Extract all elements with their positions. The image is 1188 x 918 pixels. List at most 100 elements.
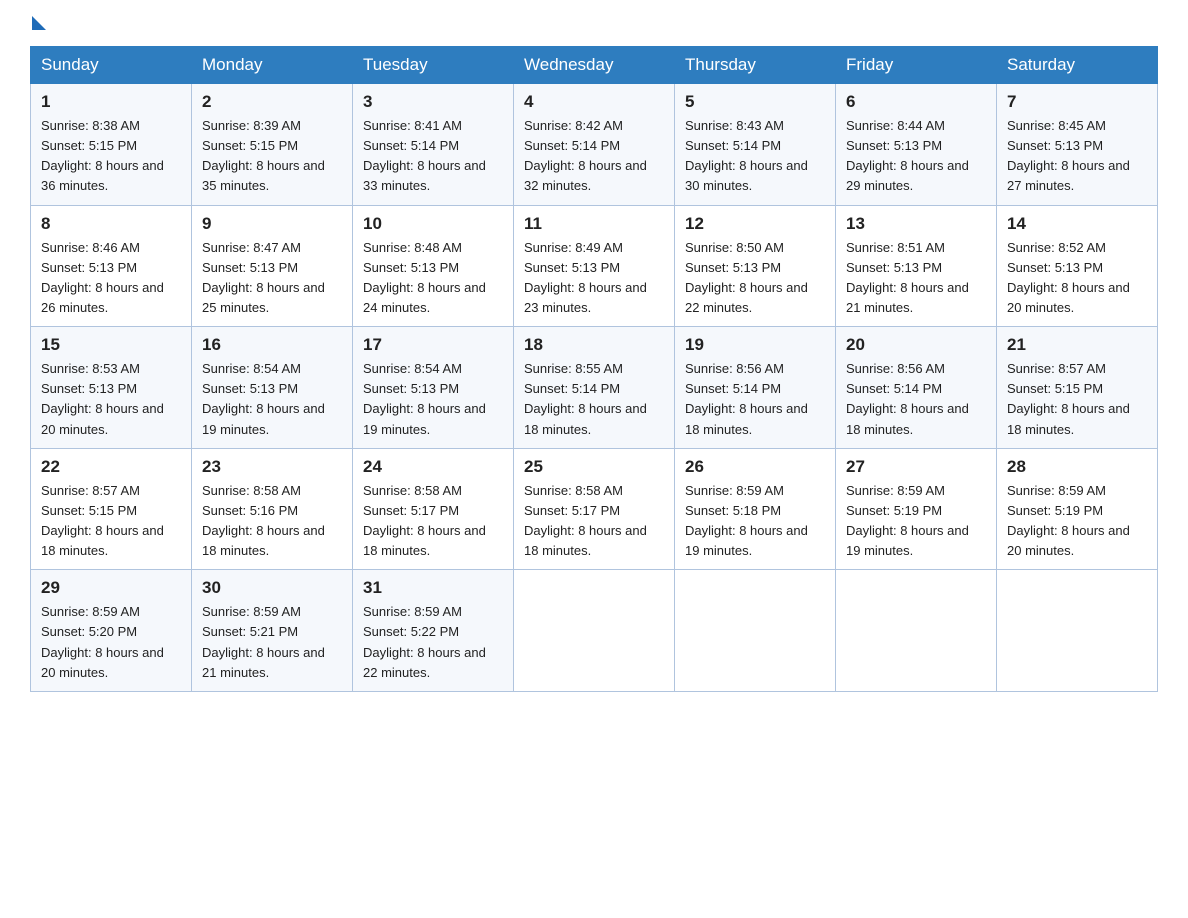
day-info: Sunrise: 8:42 AMSunset: 5:14 PMDaylight:… xyxy=(524,116,664,197)
day-number: 22 xyxy=(41,457,181,477)
calendar-day-cell: 8Sunrise: 8:46 AMSunset: 5:13 PMDaylight… xyxy=(31,205,192,327)
calendar-day-cell xyxy=(675,570,836,692)
day-number: 4 xyxy=(524,92,664,112)
calendar-day-cell: 19 Sunrise: 8:56 AMSunset: 5:14 PMDayligh… xyxy=(675,327,836,449)
day-info: Sunrise: 8:59 AMSunset: 5:19 PMDaylight:… xyxy=(1007,481,1147,562)
day-number: 3 xyxy=(363,92,503,112)
calendar-day-cell: 13 Sunrise: 8:51 AMSunset: 5:13 PMDayligh… xyxy=(836,205,997,327)
day-info: Sunrise: 8:50 AMSunset: 5:13 PMDaylight:… xyxy=(685,238,825,319)
calendar-week-row: 29 Sunrise: 8:59 AMSunset: 5:20 PMDayligh… xyxy=(31,570,1158,692)
calendar-day-cell: 4 Sunrise: 8:42 AMSunset: 5:14 PMDaylight… xyxy=(514,84,675,206)
col-wednesday: Wednesday xyxy=(514,47,675,84)
day-number: 14 xyxy=(1007,214,1147,234)
calendar-day-cell: 6 Sunrise: 8:44 AMSunset: 5:13 PMDaylight… xyxy=(836,84,997,206)
day-number: 24 xyxy=(363,457,503,477)
day-info: Sunrise: 8:48 AMSunset: 5:13 PMDaylight:… xyxy=(363,238,503,319)
calendar-week-row: 22 Sunrise: 8:57 AMSunset: 5:15 PMDayligh… xyxy=(31,448,1158,570)
calendar-week-row: 8Sunrise: 8:46 AMSunset: 5:13 PMDaylight… xyxy=(31,205,1158,327)
calendar-day-cell: 20 Sunrise: 8:56 AMSunset: 5:14 PMDayligh… xyxy=(836,327,997,449)
day-number: 7 xyxy=(1007,92,1147,112)
calendar-day-cell: 26 Sunrise: 8:59 AMSunset: 5:18 PMDayligh… xyxy=(675,448,836,570)
calendar-day-cell: 15Sunrise: 8:53 AMSunset: 5:13 PMDayligh… xyxy=(31,327,192,449)
day-number: 31 xyxy=(363,578,503,598)
calendar-table: Sunday Monday Tuesday Wednesday Thursday… xyxy=(30,46,1158,692)
col-monday: Monday xyxy=(192,47,353,84)
calendar-day-cell: 27 Sunrise: 8:59 AMSunset: 5:19 PMDayligh… xyxy=(836,448,997,570)
calendar-header-row: Sunday Monday Tuesday Wednesday Thursday… xyxy=(31,47,1158,84)
calendar-day-cell: 31Sunrise: 8:59 AMSunset: 5:22 PMDayligh… xyxy=(353,570,514,692)
calendar-day-cell: 3 Sunrise: 8:41 AMSunset: 5:14 PMDaylight… xyxy=(353,84,514,206)
day-number: 29 xyxy=(41,578,181,598)
day-number: 10 xyxy=(363,214,503,234)
day-number: 18 xyxy=(524,335,664,355)
day-info: Sunrise: 8:54 AMSunset: 5:13 PMDaylight:… xyxy=(202,359,342,440)
day-info: Sunrise: 8:56 AMSunset: 5:14 PMDaylight:… xyxy=(846,359,986,440)
day-info: Sunrise: 8:52 AMSunset: 5:13 PMDaylight:… xyxy=(1007,238,1147,319)
calendar-day-cell: 18 Sunrise: 8:55 AMSunset: 5:14 PMDayligh… xyxy=(514,327,675,449)
calendar-day-cell: 17Sunrise: 8:54 AMSunset: 5:13 PMDayligh… xyxy=(353,327,514,449)
day-info: Sunrise: 8:57 AMSunset: 5:15 PMDaylight:… xyxy=(41,481,181,562)
calendar-day-cell: 7 Sunrise: 8:45 AMSunset: 5:13 PMDaylight… xyxy=(997,84,1158,206)
day-number: 6 xyxy=(846,92,986,112)
day-info: Sunrise: 8:45 AMSunset: 5:13 PMDaylight:… xyxy=(1007,116,1147,197)
day-number: 19 xyxy=(685,335,825,355)
day-number: 9 xyxy=(202,214,342,234)
day-number: 8 xyxy=(41,214,181,234)
col-friday: Friday xyxy=(836,47,997,84)
day-number: 5 xyxy=(685,92,825,112)
day-info: Sunrise: 8:59 AMSunset: 5:18 PMDaylight:… xyxy=(685,481,825,562)
page-header xyxy=(30,20,1158,26)
calendar-day-cell: 10 Sunrise: 8:48 AMSunset: 5:13 PMDayligh… xyxy=(353,205,514,327)
day-info: Sunrise: 8:57 AMSunset: 5:15 PMDaylight:… xyxy=(1007,359,1147,440)
day-info: Sunrise: 8:41 AMSunset: 5:14 PMDaylight:… xyxy=(363,116,503,197)
calendar-day-cell xyxy=(836,570,997,692)
day-info: Sunrise: 8:47 AMSunset: 5:13 PMDaylight:… xyxy=(202,238,342,319)
calendar-day-cell: 28Sunrise: 8:59 AMSunset: 5:19 PMDayligh… xyxy=(997,448,1158,570)
day-number: 12 xyxy=(685,214,825,234)
day-number: 26 xyxy=(685,457,825,477)
calendar-day-cell: 14 Sunrise: 8:52 AMSunset: 5:13 PMDayligh… xyxy=(997,205,1158,327)
col-tuesday: Tuesday xyxy=(353,47,514,84)
day-number: 15 xyxy=(41,335,181,355)
logo-arrow-icon xyxy=(32,16,46,30)
day-info: Sunrise: 8:59 AMSunset: 5:19 PMDaylight:… xyxy=(846,481,986,562)
calendar-day-cell: 2 Sunrise: 8:39 AMSunset: 5:15 PMDaylight… xyxy=(192,84,353,206)
calendar-day-cell: 16 Sunrise: 8:54 AMSunset: 5:13 PMDayligh… xyxy=(192,327,353,449)
calendar-day-cell: 25Sunrise: 8:58 AMSunset: 5:17 PMDayligh… xyxy=(514,448,675,570)
col-sunday: Sunday xyxy=(31,47,192,84)
calendar-day-cell: 21 Sunrise: 8:57 AMSunset: 5:15 PMDayligh… xyxy=(997,327,1158,449)
day-info: Sunrise: 8:43 AMSunset: 5:14 PMDaylight:… xyxy=(685,116,825,197)
calendar-day-cell: 11 Sunrise: 8:49 AMSunset: 5:13 PMDayligh… xyxy=(514,205,675,327)
day-number: 25 xyxy=(524,457,664,477)
day-info: Sunrise: 8:59 AMSunset: 5:20 PMDaylight:… xyxy=(41,602,181,683)
day-number: 23 xyxy=(202,457,342,477)
day-number: 13 xyxy=(846,214,986,234)
day-info: Sunrise: 8:58 AMSunset: 5:16 PMDaylight:… xyxy=(202,481,342,562)
day-number: 2 xyxy=(202,92,342,112)
day-number: 16 xyxy=(202,335,342,355)
day-info: Sunrise: 8:49 AMSunset: 5:13 PMDaylight:… xyxy=(524,238,664,319)
day-info: Sunrise: 8:54 AMSunset: 5:13 PMDaylight:… xyxy=(363,359,503,440)
calendar-day-cell xyxy=(997,570,1158,692)
day-info: Sunrise: 8:44 AMSunset: 5:13 PMDaylight:… xyxy=(846,116,986,197)
calendar-week-row: 15Sunrise: 8:53 AMSunset: 5:13 PMDayligh… xyxy=(31,327,1158,449)
calendar-day-cell: 30 Sunrise: 8:59 AMSunset: 5:21 PMDayligh… xyxy=(192,570,353,692)
day-info: Sunrise: 8:59 AMSunset: 5:21 PMDaylight:… xyxy=(202,602,342,683)
col-thursday: Thursday xyxy=(675,47,836,84)
calendar-day-cell: 5 Sunrise: 8:43 AMSunset: 5:14 PMDaylight… xyxy=(675,84,836,206)
day-number: 21 xyxy=(1007,335,1147,355)
calendar-day-cell: 24 Sunrise: 8:58 AMSunset: 5:17 PMDayligh… xyxy=(353,448,514,570)
calendar-day-cell: 12 Sunrise: 8:50 AMSunset: 5:13 PMDayligh… xyxy=(675,205,836,327)
day-number: 11 xyxy=(524,214,664,234)
day-info: Sunrise: 8:58 AMSunset: 5:17 PMDaylight:… xyxy=(363,481,503,562)
day-number: 30 xyxy=(202,578,342,598)
calendar-day-cell: 9 Sunrise: 8:47 AMSunset: 5:13 PMDaylight… xyxy=(192,205,353,327)
day-info: Sunrise: 8:56 AMSunset: 5:14 PMDaylight:… xyxy=(685,359,825,440)
day-number: 27 xyxy=(846,457,986,477)
calendar-week-row: 1Sunrise: 8:38 AMSunset: 5:15 PMDaylight… xyxy=(31,84,1158,206)
day-info: Sunrise: 8:51 AMSunset: 5:13 PMDaylight:… xyxy=(846,238,986,319)
day-number: 20 xyxy=(846,335,986,355)
day-info: Sunrise: 8:39 AMSunset: 5:15 PMDaylight:… xyxy=(202,116,342,197)
day-info: Sunrise: 8:55 AMSunset: 5:14 PMDaylight:… xyxy=(524,359,664,440)
calendar-day-cell: 1Sunrise: 8:38 AMSunset: 5:15 PMDaylight… xyxy=(31,84,192,206)
